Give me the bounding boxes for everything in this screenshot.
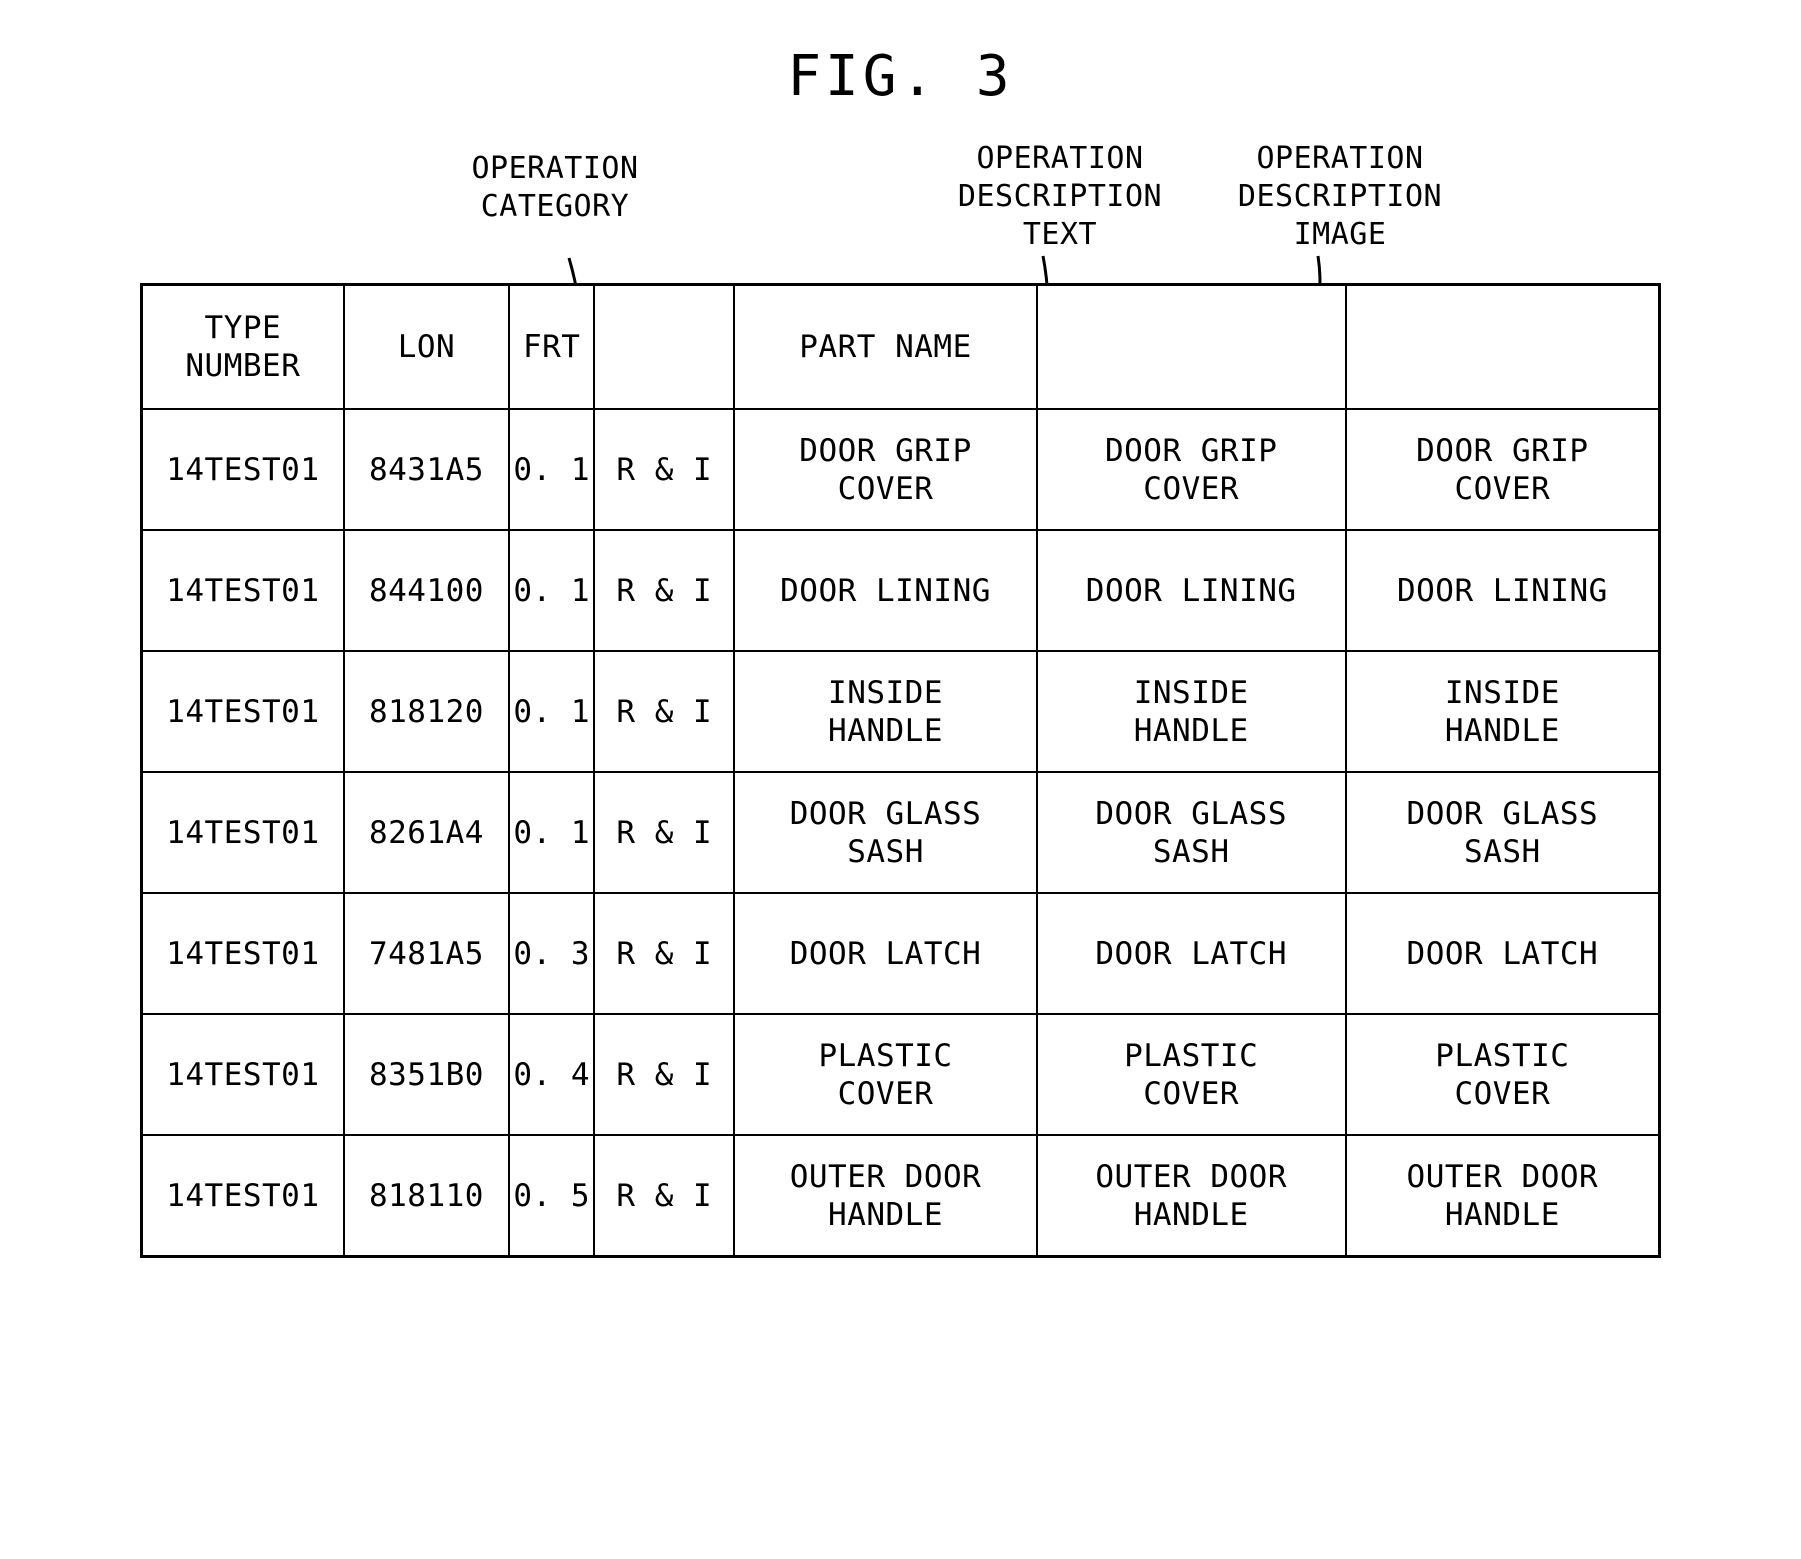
operation-spec-table: TYPE NUMBER LON FRT PART NAME 14TEST01 8… — [140, 283, 1661, 1258]
cell-frt: 0. 4 — [508, 1013, 596, 1136]
cell-frt: 0. 3 — [508, 892, 596, 1015]
cell-operation-category: R & I — [593, 408, 736, 531]
table-row: 14TEST01 7481A5 0. 3 R & I DOOR LATCH DO… — [140, 892, 1661, 1015]
cell-lon: 7481A5 — [342, 892, 511, 1015]
table-header-row: TYPE NUMBER LON FRT PART NAME — [140, 283, 1661, 410]
cell-type-number: 14TEST01 — [140, 1134, 345, 1258]
table-row: 14TEST01 818110 0. 5 R & I OUTER DOOR HA… — [140, 1134, 1661, 1258]
cell-operation-category: R & I — [593, 1134, 736, 1258]
cell-part-name: DOOR GRIP COVER — [733, 408, 1038, 531]
callout-label-operation-description-text: OPERATION DESCRIPTION TEXT — [957, 141, 1163, 252]
cell-operation-description-image: DOOR GRIP COVER — [1344, 408, 1661, 531]
column-header-operation-category — [593, 283, 736, 410]
cell-operation-description-image: INSIDE HANDLE — [1344, 650, 1661, 773]
column-header-operation-description-image — [1344, 283, 1661, 410]
column-header-part-name: PART NAME — [733, 283, 1038, 410]
cell-operation-category: R & I — [593, 892, 736, 1015]
cell-part-name: PLASTIC COVER — [733, 1013, 1038, 1136]
cell-operation-description-image: OUTER DOOR HANDLE — [1344, 1134, 1661, 1258]
cell-operation-description-text: DOOR LATCH — [1035, 892, 1347, 1015]
cell-operation-description-text: PLASTIC COVER — [1035, 1013, 1347, 1136]
cell-frt: 0. 1 — [508, 650, 596, 773]
callout-label-operation-description-image: OPERATION DESCRIPTION IMAGE — [1237, 141, 1443, 252]
cell-lon: 8261A4 — [342, 771, 511, 894]
cell-operation-description-text: DOOR GLASS SASH — [1035, 771, 1347, 894]
cell-type-number: 14TEST01 — [140, 650, 345, 773]
cell-operation-category: R & I — [593, 771, 736, 894]
callout-label-operation-category: OPERATION CATEGORY — [471, 151, 639, 224]
cell-frt: 0. 5 — [508, 1134, 596, 1258]
cell-lon: 844100 — [342, 529, 511, 652]
cell-part-name: INSIDE HANDLE — [733, 650, 1038, 773]
cell-operation-description-image: DOOR GLASS SASH — [1344, 771, 1661, 894]
column-header-operation-description-text — [1035, 283, 1347, 410]
cell-operation-description-text: DOOR GRIP COVER — [1035, 408, 1347, 531]
cell-frt: 0. 1 — [508, 771, 596, 894]
table-row: 14TEST01 8351B0 0. 4 R & I PLASTIC COVER… — [140, 1013, 1661, 1136]
cell-operation-description-image: PLASTIC COVER — [1344, 1013, 1661, 1136]
cell-part-name: OUTER DOOR HANDLE — [733, 1134, 1038, 1258]
cell-type-number: 14TEST01 — [140, 771, 345, 894]
cell-part-name: DOOR LINING — [733, 529, 1038, 652]
spec-table-container: TYPE NUMBER LON FRT PART NAME 14TEST01 8… — [140, 283, 1661, 1258]
cell-type-number: 14TEST01 — [140, 529, 345, 652]
cell-operation-description-image: DOOR LINING — [1344, 529, 1661, 652]
cell-operation-category: R & I — [593, 1013, 736, 1136]
table-row: 14TEST01 818120 0. 1 R & I INSIDE HANDLE… — [140, 650, 1661, 773]
table-row: 14TEST01 8431A5 0. 1 R & I DOOR GRIP COV… — [140, 408, 1661, 531]
cell-operation-description-text: OUTER DOOR HANDLE — [1035, 1134, 1347, 1258]
cell-operation-category: R & I — [593, 650, 736, 773]
figure-title: FIG. 3 — [787, 44, 1014, 109]
cell-operation-description-text: INSIDE HANDLE — [1035, 650, 1347, 773]
cell-lon: 818110 — [342, 1134, 511, 1258]
table-row: 14TEST01 844100 0. 1 R & I DOOR LINING D… — [140, 529, 1661, 652]
cell-part-name: DOOR LATCH — [733, 892, 1038, 1015]
cell-type-number: 14TEST01 — [140, 408, 345, 531]
cell-lon: 818120 — [342, 650, 511, 773]
cell-operation-description-image: DOOR LATCH — [1344, 892, 1661, 1015]
cell-part-name: DOOR GLASS SASH — [733, 771, 1038, 894]
column-header-lon: LON — [342, 283, 511, 410]
cell-lon: 8351B0 — [342, 1013, 511, 1136]
cell-frt: 0. 1 — [508, 529, 596, 652]
cell-type-number: 14TEST01 — [140, 1013, 345, 1136]
column-header-type-number: TYPE NUMBER — [140, 283, 345, 410]
column-header-frt: FRT — [508, 283, 596, 410]
cell-operation-description-text: DOOR LINING — [1035, 529, 1347, 652]
cell-type-number: 14TEST01 — [140, 892, 345, 1015]
cell-frt: 0. 1 — [508, 408, 596, 531]
table-row: 14TEST01 8261A4 0. 1 R & I DOOR GLASS SA… — [140, 771, 1661, 894]
cell-lon: 8431A5 — [342, 408, 511, 531]
cell-operation-category: R & I — [593, 529, 736, 652]
